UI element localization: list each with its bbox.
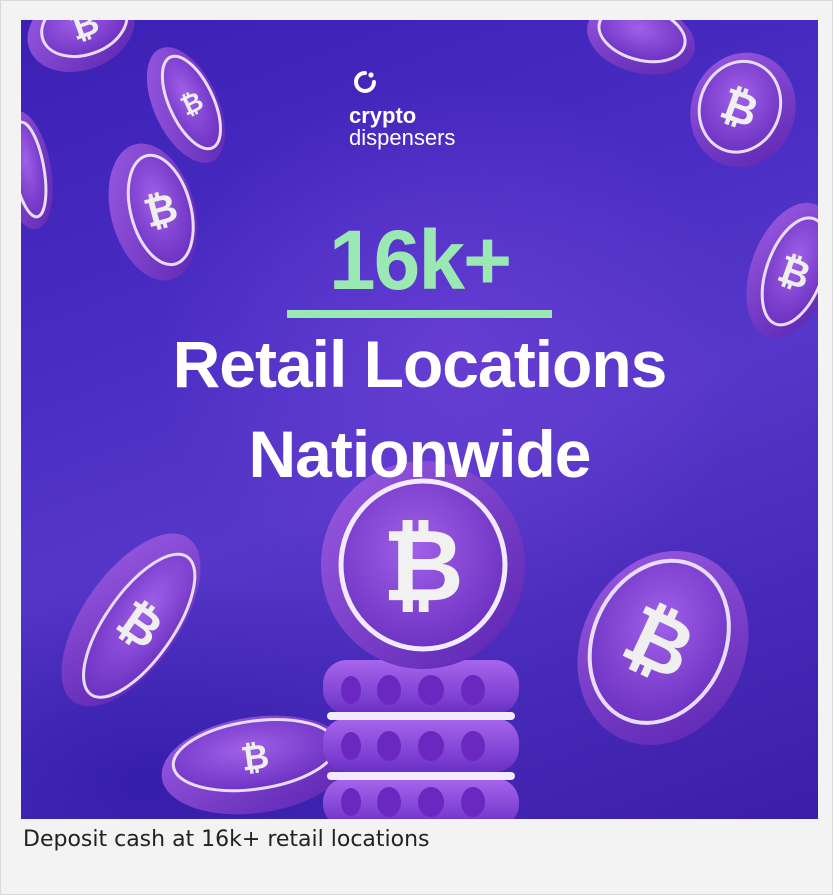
stat-underline <box>287 310 552 318</box>
bitcoin-coin-icon: ₿ <box>61 533 201 707</box>
bitcoin-coin-icon: ₿ <box>577 550 749 746</box>
bitcoin-coin-icon: ₿ <box>690 52 796 168</box>
image-caption: Deposit cash at 16k+ retail locations <box>23 827 430 852</box>
headline-line1: Retail Locations <box>172 327 668 401</box>
headline-line2: Nationwide <box>248 417 591 491</box>
brand-name-line2: dispensers <box>349 125 456 150</box>
svg-text:₿: ₿ <box>382 510 464 622</box>
crypto-dispensers-logo-icon <box>354 71 376 93</box>
image-card: ₿ ₿ ₿ ₿ ₿ ₿ ₿ ₿ ₿ crypto dispensers 16k+… <box>0 0 833 895</box>
bitcoin-coin-icon <box>587 20 695 75</box>
promo-image: ₿ ₿ ₿ ₿ ₿ ₿ ₿ ₿ ₿ crypto dispensers 16k+… <box>21 20 818 819</box>
bitcoin-coin-icon: ₿ <box>27 20 135 73</box>
stat-container: 16k+ <box>21 216 818 304</box>
bitcoin-coin-stack-icon: ₿ <box>321 461 525 819</box>
svg-text:₿: ₿ <box>239 737 272 778</box>
bitcoin-coin-icon <box>21 110 53 230</box>
location-count-stat: 16k+ <box>328 213 512 307</box>
